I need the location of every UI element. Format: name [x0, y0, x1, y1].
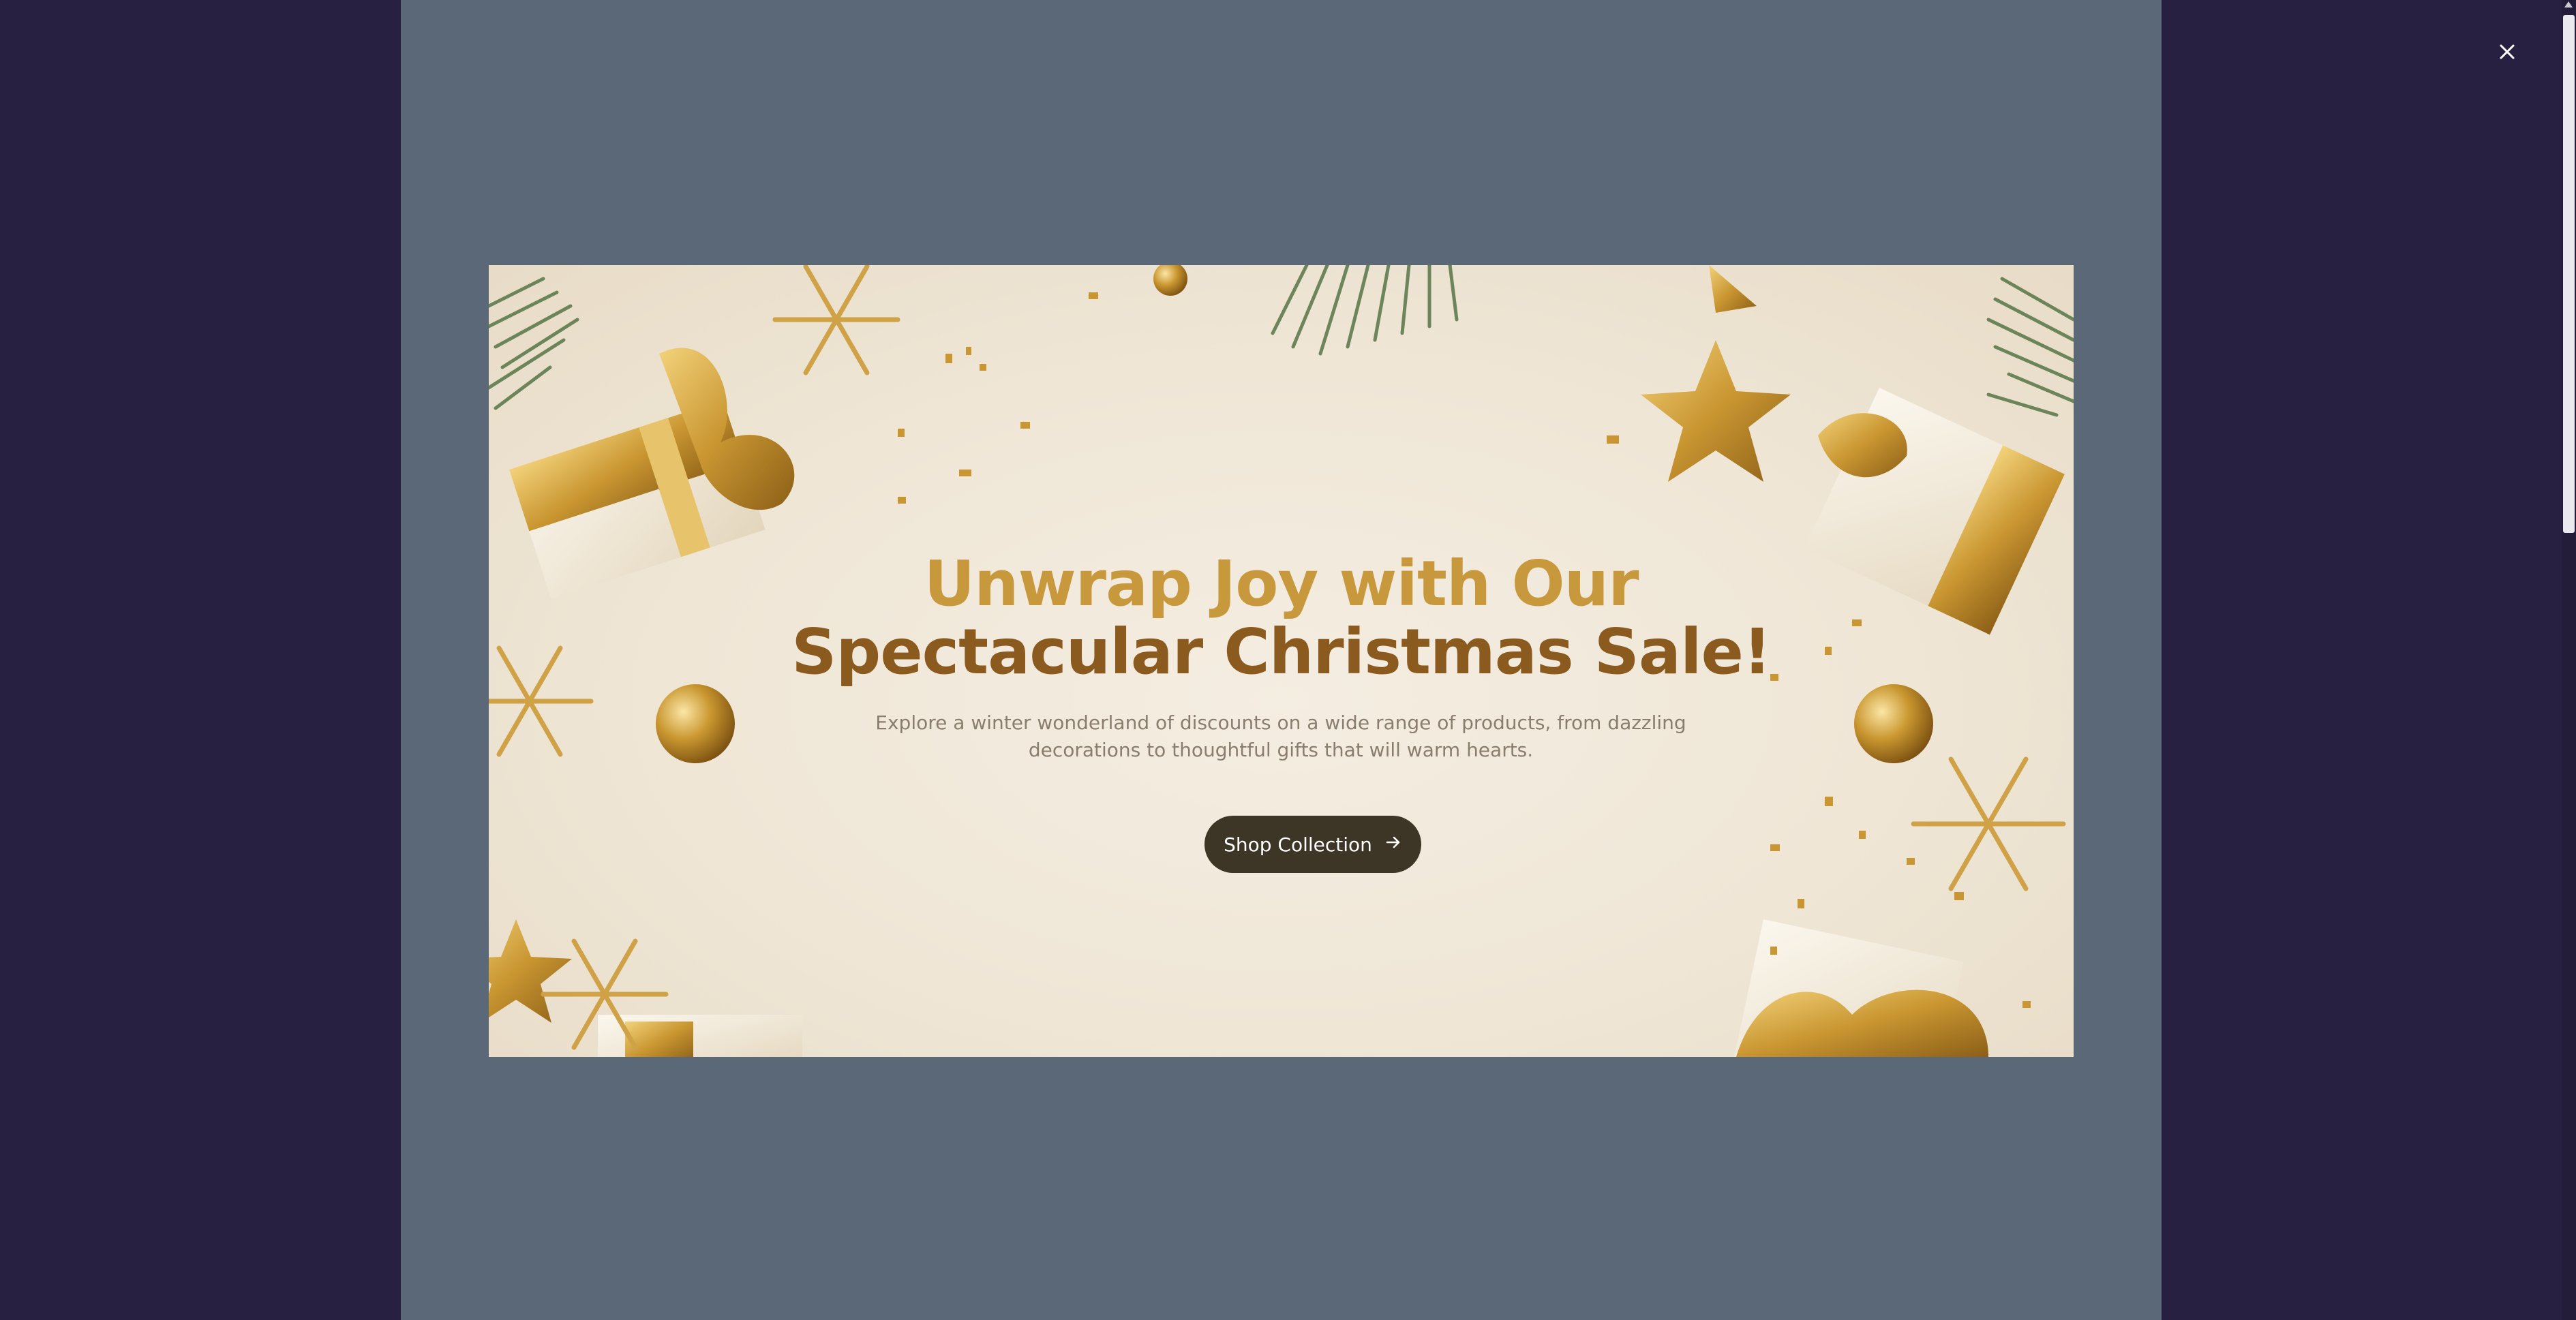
shop-collection-label: Shop Collection: [1224, 833, 1372, 856]
banner-headline-line-1: Unwrap Joy with Our: [924, 547, 1639, 620]
arrow-right-icon: [1384, 833, 1402, 856]
banner-description: Explore a winter wonderland of discounts…: [875, 711, 1686, 761]
christmas-sale-banner: Unwrap Joy with Our Spectacular Christma…: [489, 265, 2074, 1057]
scroll-up-arrow-icon[interactable]: [2564, 1, 2573, 7]
shop-collection-button[interactable]: Shop Collection: [1204, 816, 1421, 873]
close-icon: [2498, 42, 2517, 64]
close-button[interactable]: [2492, 38, 2522, 68]
image-preview-frame: Unwrap Joy with Our Spectacular Christma…: [401, 0, 2162, 1320]
banner-headline-line-2: Spectacular Christmas Sale!: [791, 615, 1772, 688]
scrollbar-thumb[interactable]: [2563, 15, 2575, 533]
